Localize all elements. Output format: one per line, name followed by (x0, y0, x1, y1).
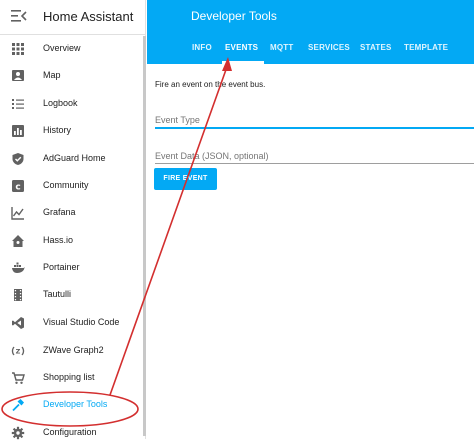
event-type-input[interactable]: Event Type (155, 115, 200, 125)
sidebar-item-history[interactable]: History (0, 118, 145, 145)
sidebar-item-label: Logbook (43, 98, 78, 108)
tab-services[interactable]: SERVICES (308, 43, 350, 52)
tab-events[interactable]: EVENTS (225, 43, 258, 52)
sidebar-item-configuration[interactable]: Configuration (0, 420, 145, 447)
sidebar-item-logbook[interactable]: Logbook (0, 91, 145, 118)
sidebar-item-label: Visual Studio Code (43, 317, 120, 327)
sidebar-item-label: Tautulli (43, 289, 72, 299)
tab-template[interactable]: TEMPLATE (404, 43, 448, 52)
sidebar-item-label: Grafana (43, 207, 76, 217)
sidebar-item-label: Portainer (43, 262, 80, 272)
sidebar-item-label: Shopping list (43, 372, 95, 382)
gear-icon (11, 426, 25, 440)
tab-info[interactable]: INFO (192, 43, 212, 52)
sidebar-item-label: Map (43, 70, 61, 80)
sidebar-item-label: Hass.io (43, 235, 74, 245)
home-assistant-icon (12, 235, 24, 247)
chart-bar-icon (12, 125, 24, 137)
sidebar-header: Home Assistant (0, 0, 145, 35)
docker-whale-icon (12, 262, 25, 273)
sidebar-item-label: Configuration (43, 427, 97, 437)
event-data-input[interactable]: Event Data (JSON, optional) (155, 151, 269, 161)
svg-text:c: c (15, 183, 20, 193)
sidebar-item-adguard[interactable]: AdGuard Home (0, 146, 145, 173)
sidebar: Home Assistant Overview Map Logbook Hist… (0, 0, 146, 440)
sidebar-item-tautulli[interactable]: Tautulli (0, 282, 145, 309)
sidebar-item-shopping-list[interactable]: Shopping list (0, 365, 145, 392)
sidebar-title: Home Assistant (43, 9, 134, 24)
app-toolbar: Developer Tools INFO EVENTS MQTT SERVICE… (147, 0, 474, 64)
sidebar-item-vscode[interactable]: Visual Studio Code (0, 310, 145, 337)
zwave-icon: Z (11, 346, 25, 356)
sidebar-item-label: AdGuard Home (43, 153, 106, 163)
hammer-icon (12, 399, 24, 412)
event-data-underline (155, 163, 474, 164)
sidebar-item-developer-tools[interactable]: Developer Tools (0, 392, 145, 419)
sidebar-item-map[interactable]: Map (0, 63, 145, 90)
menu-collapse-icon[interactable] (11, 9, 27, 23)
vscode-icon (12, 317, 24, 329)
shield-check-icon (12, 153, 24, 165)
sidebar-item-label: Community (43, 180, 89, 190)
sidebar-item-overview[interactable]: Overview (0, 36, 145, 63)
fire-event-button[interactable]: FIRE EVENT (154, 168, 217, 190)
cart-icon (12, 372, 25, 384)
svg-text:Z: Z (16, 348, 21, 356)
sidebar-item-portainer[interactable]: Portainer (0, 255, 145, 282)
sidebar-item-grafana[interactable]: Grafana (0, 200, 145, 227)
sidebar-item-community[interactable]: c Community (0, 173, 145, 200)
active-tab-indicator (222, 61, 264, 64)
sidebar-item-zwave-graph[interactable]: Z ZWave Graph2 (0, 338, 145, 365)
tab-states[interactable]: STATES (360, 43, 392, 52)
sidebar-item-label: Developer Tools (43, 399, 108, 409)
sidebar-item-label: ZWave Graph2 (43, 345, 104, 355)
events-description: Fire an event on the event bus. (155, 80, 266, 89)
list-icon (12, 99, 24, 109)
map-icon (12, 70, 24, 81)
chart-line-icon (11, 207, 24, 220)
sidebar-item-label: History (43, 125, 72, 135)
film-icon (14, 289, 22, 301)
sidebar-item-label: Overview (43, 43, 81, 53)
sidebar-item-hassio[interactable]: Hass.io (0, 228, 145, 255)
community-icon: c (12, 180, 24, 193)
tab-mqtt[interactable]: MQTT (270, 43, 293, 52)
page-title: Developer Tools (191, 9, 277, 23)
grid-icon (12, 43, 24, 55)
sidebar-scrollbar[interactable] (143, 36, 146, 436)
event-type-underline (155, 127, 474, 129)
